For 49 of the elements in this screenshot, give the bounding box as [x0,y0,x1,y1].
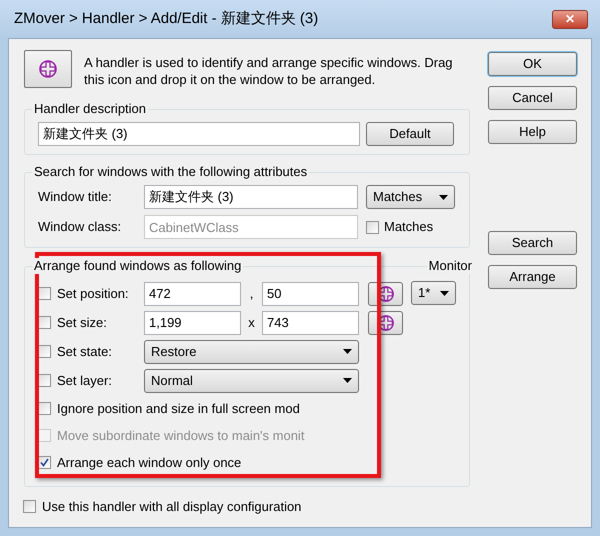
number-field[interactable]: 50 [262,282,359,306]
dialog-button[interactable]: Help [488,120,577,144]
intro-text: A handler is used to identify and arrange specific windows. Drag this icon and drop it on the window to be arranged. [84,54,454,88]
crosshair-icon [38,59,58,79]
caret-icon [439,194,448,200]
group-label: Handler description [32,101,148,117]
default-button[interactable]: Default [366,122,454,146]
row-label: Set size: [57,314,108,332]
row-label: Set position: [57,284,130,303]
dropdown[interactable]: Normal [144,368,359,392]
dropdown[interactable]: Restore [144,340,359,364]
separator-text: x [247,314,256,332]
dialog-button[interactable]: OK [488,52,577,76]
checkbox-label: Ignore position and size in full screen mod [57,400,300,418]
separator-text: , [248,284,254,303]
checkbox-label: Arrange each window only once [57,454,242,472]
window-title-field[interactable]: 新建文件夹 (3) [144,185,358,209]
number-field[interactable]: 472 [144,282,241,306]
number-field[interactable]: 1,199 [144,310,241,334]
checkbox[interactable] [38,374,51,387]
checkbox[interactable] [38,287,51,300]
window-title: ZMover > Handler > Add/Edit - 新建文件夹 (3) [14,8,318,29]
checkbox-label: Use this handler with all display configuration [42,498,302,516]
caret-icon [343,349,352,354]
checkbox[interactable] [38,456,51,469]
action-button[interactable]: Search [488,231,577,255]
field-label: Window title: [38,188,113,206]
group-label: Arrange found windows as following [32,258,244,274]
caret-icon [440,290,449,296]
row-label: Set state: [57,342,113,361]
checkbox[interactable] [38,402,51,415]
match-dropdown[interactable]: Matches [366,185,455,209]
checkbox[interactable] [38,316,51,329]
checkbox-label: Matches [384,218,434,236]
row-label: Set layer: [57,372,113,390]
checkbox[interactable] [38,345,51,358]
checkbox[interactable] [23,500,36,514]
number-field[interactable]: 743 [262,310,359,334]
drag-handle-button[interactable] [24,50,72,88]
field-label: Window class: [38,218,122,236]
checkmark-icon [40,458,49,467]
checkbox-label: Move subordinate windows to main's monit [57,426,304,445]
description-field[interactable]: 新建文件夹 (3) [38,122,360,146]
monitor-label: Monitor [426,258,474,274]
monitor-dropdown[interactable]: 1* [411,281,456,305]
group-label: Search for windows with the following attributes [32,164,310,180]
caret-icon [343,378,352,383]
action-button[interactable]: Arrange [488,265,577,289]
dialog-button[interactable]: Cancel [488,86,577,110]
